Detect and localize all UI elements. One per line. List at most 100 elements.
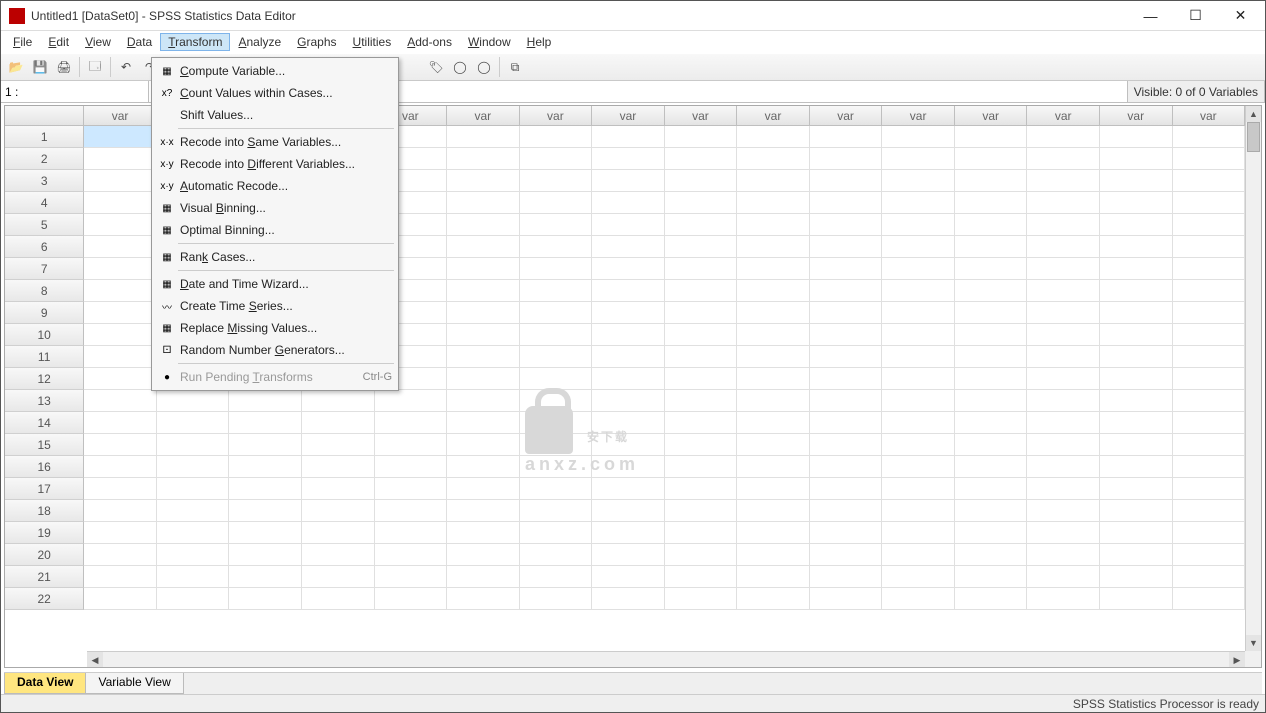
grid-cell[interactable] [810,478,883,500]
grid-cell[interactable] [1100,214,1173,236]
grid-cell[interactable] [447,170,520,192]
grid-cell[interactable] [665,434,738,456]
grid-cell[interactable] [447,258,520,280]
grid-cell[interactable] [1100,434,1173,456]
grid-cell[interactable] [375,412,448,434]
grid-cell[interactable] [447,280,520,302]
grid-cell[interactable] [665,390,738,412]
grid-cell[interactable] [592,258,665,280]
grid-cell[interactable] [665,544,738,566]
grid-cell[interactable] [1100,390,1173,412]
grid-cell[interactable] [520,126,593,148]
grid-cell[interactable] [810,258,883,280]
grid-cell[interactable] [375,434,448,456]
grid-cell[interactable] [737,522,810,544]
close-button[interactable]: ✕ [1218,2,1263,30]
grid-cell[interactable] [665,500,738,522]
grid-cell[interactable] [665,170,738,192]
grid-cell[interactable] [84,500,157,522]
grid-cell[interactable] [882,412,955,434]
grid-cell[interactable] [1100,544,1173,566]
grid-cell[interactable] [84,324,157,346]
column-header[interactable]: var [882,106,955,126]
row-header[interactable]: 14 [5,412,84,434]
grid-cell[interactable] [592,214,665,236]
row-header[interactable]: 18 [5,500,84,522]
grid-cell[interactable] [302,522,375,544]
grid-cell[interactable] [157,456,230,478]
row-header[interactable]: 7 [5,258,84,280]
minimize-button[interactable]: — [1128,2,1173,30]
grid-cell[interactable] [592,126,665,148]
grid-cell[interactable] [665,280,738,302]
grid-cell[interactable] [157,566,230,588]
grid-cell[interactable] [665,324,738,346]
grid-cell[interactable] [665,214,738,236]
grid-cell[interactable] [592,500,665,522]
grid-cell[interactable] [882,126,955,148]
grid-cell[interactable] [520,412,593,434]
column-header[interactable]: var [665,106,738,126]
row-header[interactable]: 20 [5,544,84,566]
grid-cell[interactable] [84,478,157,500]
grid-cell[interactable] [665,566,738,588]
grid-cell[interactable] [665,412,738,434]
grid-cell[interactable] [375,500,448,522]
grid-cell[interactable] [810,390,883,412]
column-header[interactable]: var [1027,106,1100,126]
grid-cell[interactable] [1173,148,1245,170]
grid-cell[interactable] [737,324,810,346]
grid-cell[interactable] [592,478,665,500]
menu-item-recode-into-different-variables[interactable]: x·yRecode into Different Variables... [154,153,396,175]
menu-item-create-time-series[interactable]: 〰Create Time Series... [154,295,396,317]
grid-cell[interactable] [1173,478,1245,500]
menu-item-replace-missing-values[interactable]: ▦Replace Missing Values... [154,317,396,339]
grid-cell[interactable] [955,522,1028,544]
grid-cell[interactable] [737,588,810,610]
grid-cell[interactable] [955,500,1028,522]
grid-cell[interactable] [810,192,883,214]
grid-cell[interactable] [665,478,738,500]
tab-variable-view[interactable]: Variable View [85,673,183,694]
grid-cell[interactable] [665,148,738,170]
grid-cell[interactable] [882,566,955,588]
grid-cell[interactable] [1027,478,1100,500]
grid-cell[interactable] [447,126,520,148]
grid-cell[interactable] [1100,500,1173,522]
grid-cell[interactable] [737,280,810,302]
grid-cell[interactable] [810,522,883,544]
grid-cell[interactable] [882,544,955,566]
grid-cell[interactable] [1100,324,1173,346]
row-header[interactable]: 21 [5,566,84,588]
column-header[interactable]: var [955,106,1028,126]
grid-cell[interactable] [520,588,593,610]
grid-cell[interactable] [955,346,1028,368]
grid-cell[interactable] [737,566,810,588]
grid-cell[interactable] [1100,236,1173,258]
grid-cell[interactable] [229,456,302,478]
tab-data-view[interactable]: Data View [4,673,86,694]
grid-cell[interactable] [229,500,302,522]
grid-cell[interactable] [520,566,593,588]
grid-cell[interactable] [84,126,157,148]
grid-cell[interactable] [1100,412,1173,434]
grid-cell[interactable] [737,192,810,214]
grid-cell[interactable] [1027,456,1100,478]
grid-cell[interactable] [84,456,157,478]
row-header[interactable]: 11 [5,346,84,368]
grid-cell[interactable] [592,170,665,192]
grid-cell[interactable] [229,588,302,610]
scroll-track[interactable] [103,652,1229,667]
column-header[interactable]: var [520,106,593,126]
menu-help[interactable]: Help [519,33,560,51]
menu-item-compute-variable[interactable]: ▦Compute Variable... [154,60,396,82]
grid-cell[interactable] [882,170,955,192]
column-header[interactable]: var [1100,106,1173,126]
grid-cell[interactable] [302,434,375,456]
vertical-scrollbar[interactable]: ▲ ▼ [1245,106,1261,651]
grid-cell[interactable] [665,258,738,280]
grid-cell[interactable] [84,368,157,390]
row-header[interactable]: 19 [5,522,84,544]
grid-cell[interactable] [229,522,302,544]
grid-cell[interactable] [375,456,448,478]
